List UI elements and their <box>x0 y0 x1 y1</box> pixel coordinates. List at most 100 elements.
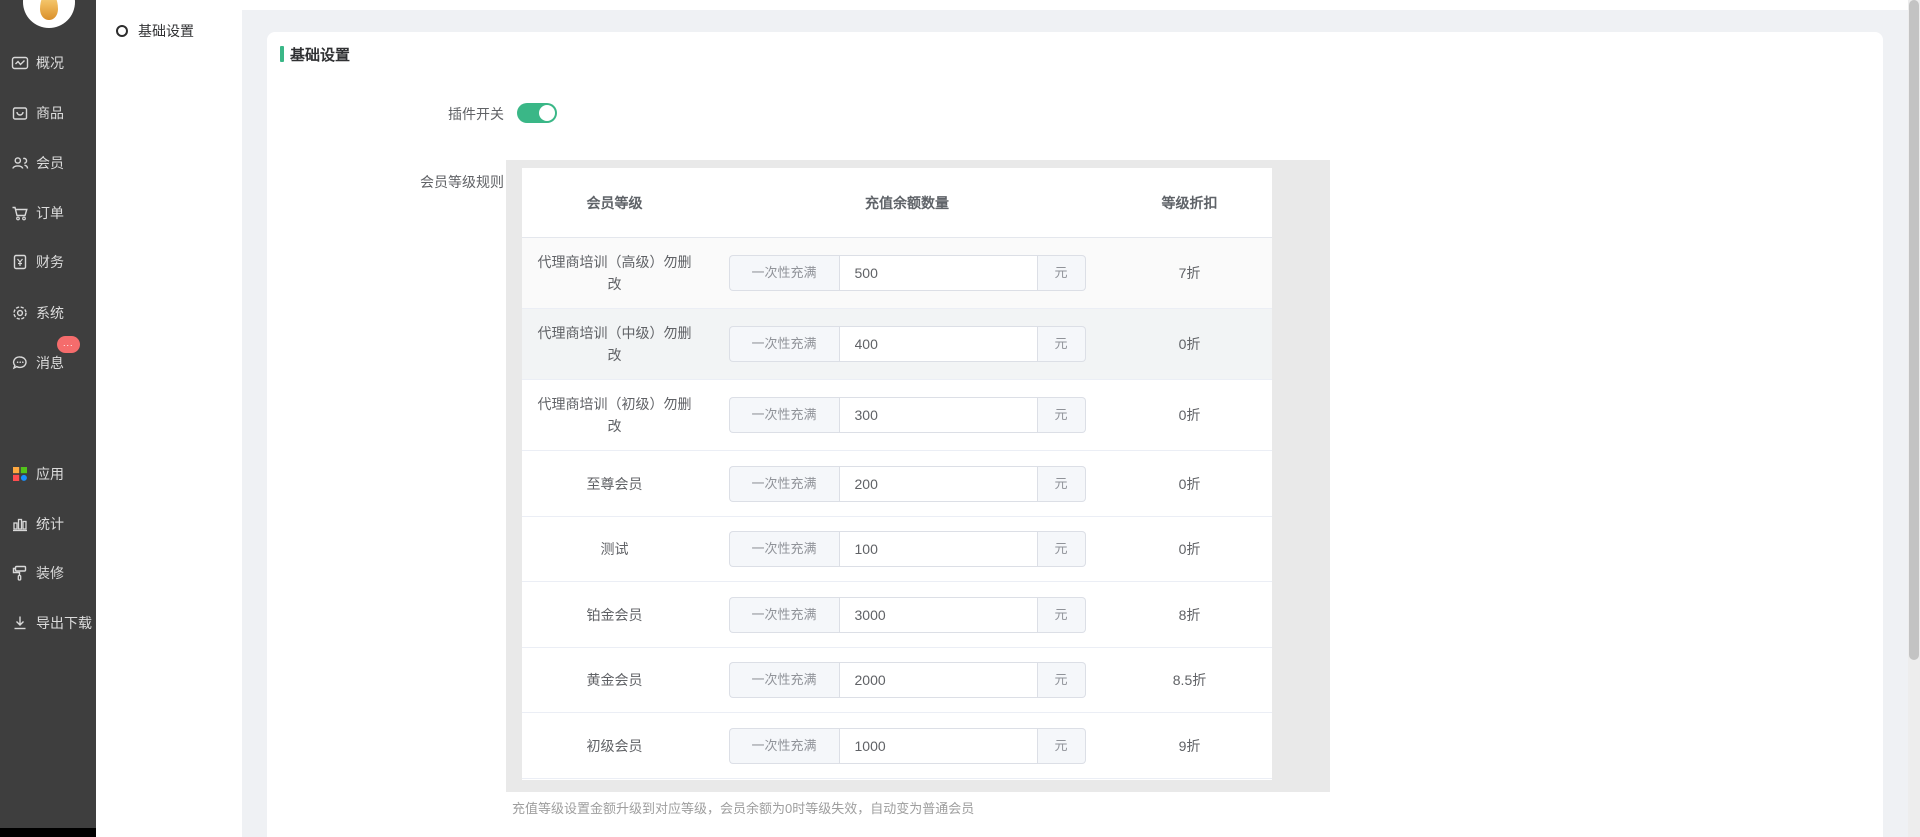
sidebar-item-stats[interactable]: 统计 <box>11 513 64 535</box>
discount-cell: 8折 <box>1107 582 1272 647</box>
goods-icon <box>11 104 29 122</box>
sidebar-item-overview[interactable]: 概况 <box>11 52 64 74</box>
member-level-cell: 铂金会员 <box>522 582 707 647</box>
avatar[interactable] <box>23 0 75 28</box>
discount-cell: 0折 <box>1107 451 1272 516</box>
input-append-label: 元 <box>1038 662 1086 698</box>
member-level-cell: 至尊会员 <box>522 451 707 516</box>
member-rules-frame: 会员等级 充值余额数量 等级折扣 代理商培训（高级）勿删改 一次性充满元 7折 … <box>506 160 1330 792</box>
page-scrollbar-track[interactable] <box>1908 0 1920 837</box>
sidebar-item-label: 导出下载 <box>36 613 92 633</box>
input-prepend-label: 一次性充满 <box>729 728 839 764</box>
sidebar-item-label: 财务 <box>36 252 64 272</box>
sidebar-item-message[interactable]: 消息 <box>11 352 64 374</box>
apps-icon <box>11 465 29 483</box>
recharge-amount-input[interactable] <box>839 531 1038 567</box>
avatar-image <box>40 0 58 20</box>
sidebar-item-apps[interactable]: 应用 <box>11 463 64 485</box>
input-append-label: 元 <box>1038 255 1086 291</box>
discount-cell: 8.5折 <box>1107 648 1272 712</box>
settings-card: 基础设置 插件开关 会员等级规则 会员等级 充值余额数量 等级折扣 代理商培训（… <box>267 32 1883 837</box>
input-append-label: 元 <box>1038 728 1086 764</box>
sidebar-item-label: 装修 <box>36 563 64 583</box>
recharge-amount-input[interactable] <box>839 466 1038 502</box>
input-append-label: 元 <box>1038 531 1086 567</box>
column-header-amount: 充值余额数量 <box>707 168 1107 237</box>
members-icon <box>11 154 29 172</box>
recharge-amount-input[interactable] <box>839 597 1038 633</box>
member-level-cell: 代理商培训（初级）勿删改 <box>522 380 707 450</box>
page-scrollbar-thumb[interactable] <box>1909 0 1919 660</box>
input-prepend-label: 一次性充满 <box>729 531 839 567</box>
table-row: 代理商培训（初级）勿删改 一次性充满 元 0折 <box>522 380 1272 451</box>
sidebar-item-label: 订单 <box>36 203 64 223</box>
input-prepend-label: 一次性充满 <box>729 597 839 633</box>
page-title: 基础设置 <box>290 44 350 65</box>
stats-icon <box>11 515 29 533</box>
input-append-label: 元 <box>1038 597 1086 633</box>
member-level-cell: 黄金会员 <box>522 648 707 712</box>
secondary-sidebar: 基础设置 <box>96 10 242 837</box>
plugin-switch-toggle[interactable] <box>517 103 557 123</box>
input-append-label: 元 <box>1038 397 1086 433</box>
orders-icon <box>11 204 29 222</box>
input-prepend-label: 一次性充满 <box>729 326 839 362</box>
overview-icon <box>11 54 29 72</box>
sidebar-item-orders[interactable]: 订单 <box>11 202 64 224</box>
column-header-discount: 等级折扣 <box>1107 168 1272 237</box>
table-row: 代理商培训（高级）勿删改 一次性充满元 7折 <box>522 238 1272 309</box>
recharge-input-group: 一次性充满 元 <box>729 662 1086 698</box>
recharge-input-group: 一次性充满 元 <box>729 728 1086 764</box>
plugin-switch-label: 插件开关 <box>354 104 504 124</box>
member-rules-table: 会员等级 充值余额数量 等级折扣 代理商培训（高级）勿删改 一次性充满元 7折 … <box>522 168 1272 780</box>
recharge-input-group: 一次性充满 元 <box>729 326 1086 362</box>
recharge-input-group: 一次性充满 元 <box>729 397 1086 433</box>
input-prepend-label: 一次性充满 <box>729 397 839 433</box>
input-append-label: 元 <box>1038 466 1086 502</box>
sidebar-item-goods[interactable]: 商品 <box>11 102 64 124</box>
message-badge: ... <box>57 336 80 353</box>
sidebar-bottom-strip <box>0 828 96 837</box>
sidebar-item-decorate[interactable]: 装修 <box>11 562 64 584</box>
sidebar-item-members[interactable]: 会员 <box>11 152 64 174</box>
radio-ring-icon <box>116 25 128 37</box>
recharge-amount-input[interactable] <box>839 397 1038 433</box>
column-header-level: 会员等级 <box>522 168 707 237</box>
input-prepend-label: 一次性充满 <box>729 662 839 698</box>
recharge-amount-input[interactable] <box>839 255 1038 291</box>
member-level-cell: 初级会员 <box>522 713 707 778</box>
sidebar-item-export-download[interactable]: 导出下载 <box>11 612 92 634</box>
sidebar-item-label: 应用 <box>36 464 64 484</box>
recharge-amount-input[interactable] <box>839 728 1038 764</box>
recharge-input-group: 一次性充满 元 <box>729 255 1086 291</box>
message-icon <box>11 354 29 372</box>
member-level-cell: 代理商培训（高级）勿删改 <box>522 238 707 308</box>
sidebar-item-system[interactable]: 系统 <box>11 302 64 324</box>
table-row: 代理商培训（中级）勿删改 一次性充满元 0折 <box>522 309 1272 380</box>
member-rules-label: 会员等级规则 <box>354 172 504 192</box>
table-row: 至尊会员 一次性充满 元 0折 <box>522 451 1272 517</box>
system-icon <box>11 304 29 322</box>
subnav-item-basic-settings[interactable]: 基础设置 <box>116 20 194 42</box>
subnav-item-label: 基础设置 <box>138 21 194 41</box>
sidebar-item-label: 消息 <box>36 353 64 373</box>
rules-hint-text: 充值等级设置金额升级到对应等级，会员余额为0时等级失效，自动变为普通会员 <box>512 798 974 817</box>
download-icon <box>11 614 29 632</box>
discount-cell: 0折 <box>1107 380 1272 450</box>
input-prepend-label: 一次性充满 <box>729 255 839 291</box>
table-row: 初级会员 一次性充满 元 9折 <box>522 713 1272 779</box>
recharge-amount-input[interactable] <box>839 326 1038 362</box>
discount-cell: 9折 <box>1107 713 1272 778</box>
title-accent-bar <box>280 46 284 62</box>
input-prepend-label: 一次性充满 <box>729 466 839 502</box>
input-append-label: 元 <box>1038 326 1086 362</box>
sidebar-item-label: 概况 <box>36 53 64 73</box>
member-level-cell: 测试 <box>522 517 707 581</box>
table-row: 铂金会员 一次性充满 元 8折 <box>522 582 1272 648</box>
sidebar-item-finance[interactable]: 财务 <box>11 251 64 273</box>
recharge-input-group: 一次性充满 元 <box>729 466 1086 502</box>
table-row: 黄金会员 一次性充满 元 8.5折 <box>522 648 1272 713</box>
sidebar-item-label: 商品 <box>36 103 64 123</box>
sidebar-item-label: 会员 <box>36 153 64 173</box>
recharge-amount-input[interactable] <box>839 662 1038 698</box>
